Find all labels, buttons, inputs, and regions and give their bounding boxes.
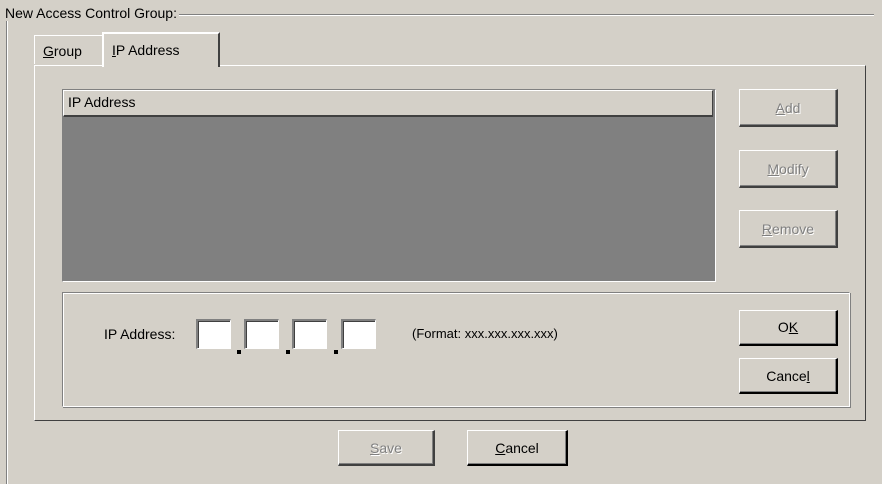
ip-address-label: IP Address: — [104, 326, 176, 342]
ip-address-list[interactable]: IP Address — [62, 89, 716, 282]
tab-ip-address[interactable]: IP Address — [102, 32, 220, 67]
group-title: New Access Control Group: — [3, 5, 179, 21]
cancel-button-mnemonic: C — [495, 440, 506, 456]
ip-octet-2-input[interactable] — [244, 319, 279, 349]
add-button[interactable]: Add — [739, 89, 838, 127]
save-button[interactable]: Save — [338, 430, 435, 466]
modify-button[interactable]: Modify — [739, 150, 838, 188]
ip-cancel-button-mnemonic: l — [806, 368, 810, 384]
ip-octet-4-input[interactable] — [341, 319, 376, 349]
tab-group-label: roup — [53, 43, 82, 59]
ip-octet-1-input[interactable] — [196, 319, 231, 349]
modify-button-label: odify — [779, 161, 809, 177]
ok-button-mnemonic: K — [788, 319, 799, 335]
modify-button-mnemonic: M — [767, 161, 780, 177]
remove-button-mnemonic: R — [761, 221, 773, 237]
ip-cancel-button[interactable]: Cancel — [739, 358, 838, 394]
list-column-header-ip-address[interactable]: IP Address — [63, 90, 713, 117]
tab-group[interactable]: Group — [34, 35, 103, 64]
save-button-mnemonic: S — [370, 440, 380, 456]
ip-entry-panel — [62, 292, 850, 407]
ok-button-label: O — [777, 319, 789, 335]
ip-octet-separator-dot — [237, 350, 241, 354]
cancel-button-label: ancel — [505, 440, 539, 456]
save-button-label: ave — [379, 440, 402, 456]
tab-group-mnemonic: G — [43, 43, 54, 59]
ip-octet-separator-dot — [334, 350, 338, 354]
add-button-mnemonic: A — [775, 100, 785, 116]
ip-octet-3-input[interactable] — [292, 319, 327, 349]
ip-cancel-button-label: Cance — [766, 368, 807, 384]
ok-button[interactable]: OK — [739, 310, 838, 346]
add-button-label: dd — [784, 100, 801, 116]
ip-format-hint: (Format: xxx.xxx.xxx.xxx) — [412, 326, 558, 341]
remove-button[interactable]: Remove — [739, 210, 838, 248]
remove-button-label: emove — [772, 221, 815, 237]
tab-ip-address-label: P Address — [115, 42, 180, 58]
cancel-button[interactable]: Cancel — [467, 430, 568, 466]
ip-octet-separator-dot — [286, 350, 290, 354]
